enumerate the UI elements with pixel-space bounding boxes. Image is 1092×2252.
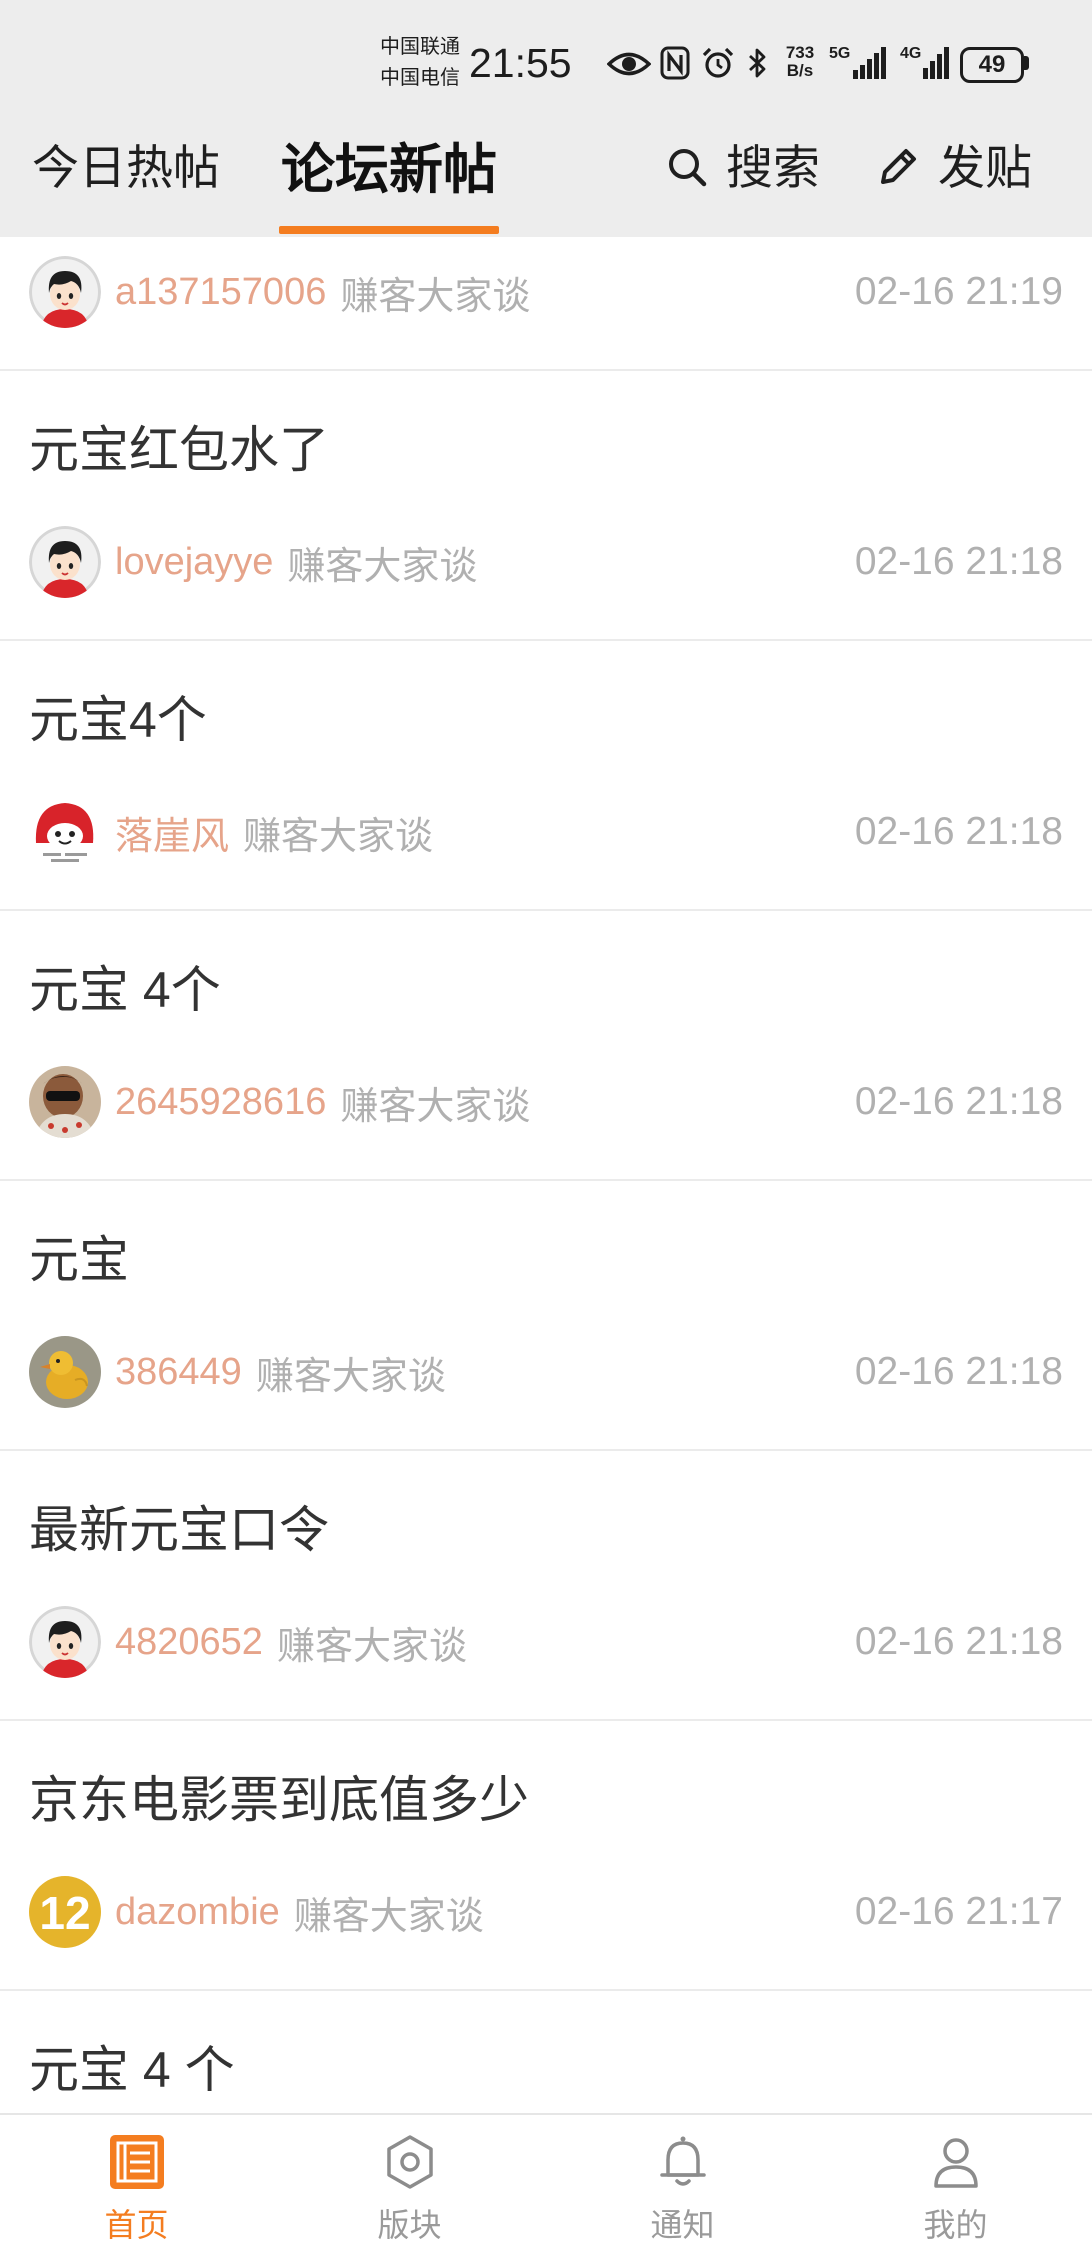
post-item[interactable]: 元宝 4 个: [0, 1991, 1092, 2113]
post-item[interactable]: 最新元宝口令 4820652 赚客大家谈 02-16 21:18: [0, 1451, 1092, 1721]
nav-profile-label: 我的: [923, 2207, 988, 2243]
child-sunglasses-avatar: [29, 1066, 101, 1138]
app-header: 中国联通 中国电信 21:55 733 B/s 5G 4G 49 今日热帖 论坛…: [0, 0, 1092, 237]
bell-icon: [659, 2136, 706, 2186]
post-title[interactable]: 元宝 4 个: [29, 2040, 235, 2100]
post-forum[interactable]: 赚客大家谈: [294, 1885, 484, 1940]
signal-icon: [923, 47, 949, 79]
post-forum[interactable]: 赚客大家谈: [256, 1345, 446, 1400]
network-speed-unit: B/s: [786, 61, 814, 80]
post-time: 02-16 21:18: [854, 810, 1063, 853]
post-item[interactable]: 元宝红包水了 lovejayye 赚客大家谈 02-16 21:18: [0, 371, 1092, 641]
post-forum[interactable]: 赚客大家谈: [340, 1075, 530, 1130]
post-title[interactable]: 京东电影票到底值多少: [29, 1770, 529, 1830]
post-title[interactable]: 元宝红包水了: [29, 420, 329, 480]
avatar[interactable]: [29, 1606, 101, 1678]
nav-profile[interactable]: 我的: [819, 2115, 1092, 2252]
avatar[interactable]: [29, 796, 101, 868]
eye-icon: [607, 52, 651, 76]
bluetooth-icon: [749, 48, 766, 78]
nav-home[interactable]: 首页: [0, 2115, 273, 2252]
battery-nub: [1024, 56, 1029, 70]
post-time: 02-16 21:17: [854, 1890, 1063, 1933]
post-list[interactable]: a137157006 赚客大家谈 02-16 21:19 元宝红包水了 lovejay…: [0, 237, 1092, 2113]
number-12-avatar: 12: [29, 1876, 101, 1948]
edit-icon[interactable]: [876, 143, 922, 189]
post-author[interactable]: a137157006: [115, 271, 326, 314]
battery-icon: 49: [960, 47, 1024, 83]
post-item[interactable]: 元宝4个 落崖风 赚客大家谈 02-16 21:18: [0, 641, 1092, 911]
post-author[interactable]: 386449: [115, 1351, 242, 1394]
avatar[interactable]: [29, 526, 101, 598]
default-avatar: [29, 256, 101, 328]
sections-icon: [386, 2135, 433, 2189]
alarm-icon: [702, 47, 734, 78]
post-time: 02-16 21:18: [854, 1080, 1063, 1123]
active-tab-indicator: [279, 226, 499, 234]
avatar[interactable]: [29, 1066, 101, 1138]
nfc-icon: [660, 46, 690, 80]
nav-sections[interactable]: 版块: [273, 2115, 546, 2252]
post-forum[interactable]: 赚客大家谈: [243, 805, 433, 860]
post-title[interactable]: 元宝4个: [29, 690, 207, 750]
post-list-inner: a137157006 赚客大家谈 02-16 21:19 元宝红包水了 lovejay…: [0, 237, 1092, 2113]
post-item[interactable]: a137157006 赚客大家谈 02-16 21:19: [0, 237, 1092, 371]
default-avatar: [29, 1606, 101, 1678]
carrier-2: 中国电信: [380, 67, 460, 89]
post-title[interactable]: 元宝: [29, 1230, 129, 1290]
nav-notifications[interactable]: 通知: [546, 2115, 819, 2252]
post-item[interactable]: 元宝 386449 赚客大家谈 02-16 21:18: [0, 1181, 1092, 1451]
search-icon[interactable]: [665, 145, 709, 189]
carrier-1: 中国联通: [380, 36, 460, 58]
network-speed-value: 733: [785, 43, 815, 62]
default-avatar: [29, 526, 101, 598]
network-speed: 733 B/s: [779, 44, 821, 80]
home-list-icon: [109, 2135, 164, 2189]
post-author[interactable]: 4820652: [115, 1621, 263, 1664]
nav-notifications-label: 通知: [650, 2207, 715, 2243]
yellow-duck-avatar: [29, 1336, 101, 1408]
post-time: 02-16 21:18: [854, 540, 1063, 583]
post-title[interactable]: 元宝 4个: [29, 960, 221, 1020]
tab-today-hot[interactable]: 今日热帖: [32, 140, 220, 196]
new-post-button[interactable]: 发贴: [938, 140, 1032, 196]
post-forum[interactable]: 赚客大家谈: [340, 265, 530, 320]
search-button[interactable]: 搜索: [726, 140, 820, 196]
avatar[interactable]: [29, 256, 101, 328]
post-meta: 12 dazombie 赚客大家谈 02-16 21:17: [29, 1876, 1063, 1948]
avatar[interactable]: 12: [29, 1876, 101, 1948]
post-meta: 2645928616 赚客大家谈 02-16 21:18: [29, 1066, 1063, 1138]
post-meta: lovejayye 赚客大家谈 02-16 21:18: [29, 526, 1063, 598]
nav-sections-label: 版块: [377, 2207, 442, 2243]
post-meta: 386449 赚客大家谈 02-16 21:18: [29, 1336, 1063, 1408]
sim1-network-type: 5G: [829, 45, 851, 62]
signal-icon: [853, 47, 886, 79]
post-forum[interactable]: 赚客大家谈: [287, 535, 477, 590]
post-author[interactable]: 落崖风: [115, 805, 229, 860]
post-author[interactable]: dazombie: [115, 1891, 280, 1934]
carrier-info: 中国联通 中国电信: [380, 32, 460, 94]
post-author[interactable]: 2645928616: [115, 1081, 326, 1124]
post-time: 02-16 21:19: [854, 270, 1063, 313]
post-author[interactable]: lovejayye: [115, 541, 273, 584]
red-cartoon-avatar: [29, 796, 101, 868]
post-item[interactable]: 元宝 4个 2645928616 赚客大家谈 02-16 21:18: [0, 911, 1092, 1181]
post-meta: 4820652 赚客大家谈 02-16 21:18: [29, 1606, 1063, 1678]
bottom-nav: 首页 版块 通知 我的: [0, 2113, 1092, 2252]
avatar[interactable]: [29, 1336, 101, 1408]
post-forum[interactable]: 赚客大家谈: [277, 1615, 467, 1670]
sim2-network-type: 4G: [900, 45, 922, 62]
avatar-text: 12: [39, 1887, 90, 1939]
post-time: 02-16 21:18: [854, 1620, 1063, 1663]
status-time: 21:55: [469, 40, 572, 86]
post-item[interactable]: 京东电影票到底值多少 12 dazombie 赚客大家谈 02-16 21:17: [0, 1721, 1092, 1991]
post-meta: 落崖风 赚客大家谈 02-16 21:18: [29, 796, 1063, 868]
post-meta: a137157006 赚客大家谈 02-16 21:19: [29, 256, 1063, 328]
nav-home-label: 首页: [104, 2207, 169, 2243]
profile-icon: [933, 2138, 978, 2188]
post-time: 02-16 21:18: [854, 1350, 1063, 1393]
post-title[interactable]: 最新元宝口令: [29, 1500, 329, 1560]
tab-forum-new[interactable]: 论坛新帖: [281, 142, 497, 198]
